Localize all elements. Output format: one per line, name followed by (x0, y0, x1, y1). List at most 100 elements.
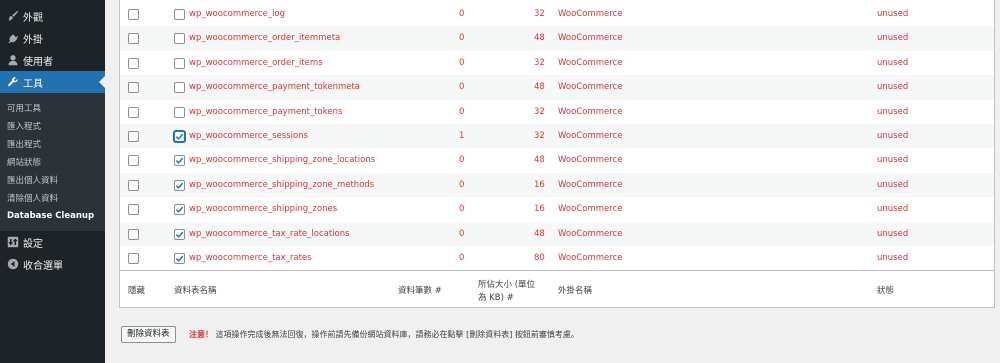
select-checkbox[interactable] (174, 57, 185, 69)
table-status: unused (877, 106, 909, 117)
select-checkbox[interactable] (174, 204, 185, 216)
menu-label: 收合選單 (23, 260, 63, 272)
hide-checkbox[interactable] (128, 82, 139, 94)
table-status: unused (877, 253, 909, 263)
col-table-name[interactable]: 資料表名稱 (174, 284, 217, 296)
table-row: wp_woocommerce_payment_tokenmeta 0 48 WooCo… (120, 75, 994, 100)
delete-tables-button[interactable]: 刪除資料表 (121, 326, 176, 343)
table-size: 16 (534, 204, 545, 215)
menu-item-users[interactable]: 使用者 (0, 49, 105, 71)
select-checkbox[interactable] (174, 33, 185, 45)
collapse-menu-button[interactable]: 收合選單 (0, 253, 105, 275)
submenu-erase-personal-data[interactable]: 清除個人資料 (7, 192, 58, 204)
table-status: unused (877, 179, 909, 190)
hide-checkbox[interactable] (128, 106, 139, 118)
hide-checkbox[interactable] (128, 33, 139, 45)
submenu-import[interactable]: 匯入程式 (7, 120, 41, 132)
table-name: wp_woocommerce_log (189, 9, 286, 19)
table-name: wp_woocommerce_tax_rate_locations (189, 228, 350, 239)
table-row: wp_woocommerce_shipping_zone_methods 0 16 W… (120, 172, 994, 198)
menu-item-appearance[interactable]: 外觀 (0, 5, 105, 27)
table-size: 48 (534, 228, 545, 239)
menu-item-plugins[interactable]: 外掛 (0, 27, 105, 49)
col-size-line1[interactable]: 所佔大小 (單位 (478, 278, 535, 290)
menu-label: 設定 (23, 238, 43, 250)
plugin-name: WooCommerce (558, 57, 623, 68)
brush-icon (3, 10, 23, 22)
select-checkbox[interactable] (174, 253, 185, 264)
row-count: 0 (459, 253, 465, 263)
submenu-site-health[interactable]: 網站狀態 (7, 156, 41, 168)
table-name: wp_woocommerce_shipping_zone_locations (189, 155, 376, 166)
submenu-available-tools[interactable]: 可用工具 (7, 102, 41, 114)
submenu-database-cleanup[interactable]: Database Cleanup (7, 211, 94, 221)
notice-label: 注意！ (189, 330, 213, 339)
select-checkbox[interactable] (174, 131, 185, 142)
plugin-name: WooCommerce (558, 155, 623, 166)
table-name: wp_woocommerce_shipping_zones (189, 204, 338, 215)
settings-icon (3, 236, 23, 248)
hide-checkbox[interactable] (128, 179, 139, 191)
hide-checkbox[interactable] (128, 253, 139, 264)
table-status: unused (877, 33, 909, 44)
menu-label: 外觀 (23, 12, 43, 24)
table-status: unused (877, 228, 909, 239)
row-count: 0 (459, 106, 465, 117)
row-count: 0 (459, 204, 465, 215)
table-size: 80 (534, 253, 545, 263)
select-checkbox[interactable] (174, 228, 185, 240)
row-count: 1 (459, 131, 465, 141)
select-checkbox[interactable] (174, 179, 185, 191)
warning-notice: 注意！ 這項操作完成後無法回復，操作前請先備份網站資料庫，請務必在點擊 [刪除資… (189, 329, 579, 340)
hide-checkbox[interactable] (128, 131, 139, 142)
admin-sidebar: 外觀 外掛 使用者 工具 可用工具 匯入程式 匯出程式 網站狀態 匯出個人資料 … (0, 0, 105, 363)
row-count: 0 (459, 9, 465, 19)
hide-checkbox[interactable] (128, 9, 139, 20)
hide-checkbox[interactable] (128, 228, 139, 240)
col-status[interactable]: 狀態 (877, 284, 894, 296)
col-plugin-name[interactable]: 外掛名稱 (558, 284, 592, 296)
submenu-export[interactable]: 匯出程式 (7, 138, 41, 150)
collapse-icon (3, 258, 23, 270)
plugin-name: WooCommerce (558, 131, 623, 141)
plugin-name: WooCommerce (558, 82, 623, 93)
hide-checkbox[interactable] (128, 204, 139, 216)
select-checkbox[interactable] (174, 155, 185, 167)
table-row: wp_woocommerce_shipping_zone_locations 0 4… (120, 148, 994, 172)
row-count: 0 (459, 155, 465, 166)
table-status: unused (877, 204, 909, 215)
plugin-name: WooCommerce (558, 228, 623, 239)
submenu-export-personal-data[interactable]: 匯出個人資料 (7, 174, 58, 186)
col-size-line2[interactable]: 為 KB) # (478, 291, 514, 303)
menu-item-tools[interactable]: 工具 (0, 71, 105, 93)
table-status: unused (877, 131, 909, 141)
plug-icon (3, 32, 23, 44)
menu-item-settings[interactable]: 設定 (0, 231, 105, 253)
table-name: wp_woocommerce_order_items (189, 57, 323, 68)
select-checkbox[interactable] (174, 82, 185, 94)
table-name: wp_woocommerce_payment_tokenmeta (189, 82, 361, 93)
table-row: wp_woocommerce_tax_rates 0 80 WooCommerce un… (120, 246, 994, 270)
select-checkbox[interactable] (174, 106, 185, 118)
wrench-icon (3, 76, 23, 88)
hide-checkbox[interactable] (128, 155, 139, 167)
col-hide[interactable]: 隱藏 (128, 284, 145, 296)
table-row: wp_woocommerce_payment_tokens 0 32 WooComme… (120, 100, 994, 124)
table-size: 48 (534, 33, 545, 44)
menu-label: 使用者 (23, 56, 53, 68)
table-name: wp_woocommerce_tax_rates (189, 253, 312, 263)
table-name: wp_woocommerce_payment_tokens (189, 106, 343, 117)
db-tables-list: wp_woocommerce_log 0 32 WooCommerce unused wp… (119, 0, 995, 308)
table-name: wp_woocommerce_shipping_zone_methods (189, 179, 375, 190)
table-row: wp_woocommerce_log 0 32 WooCommerce unused (120, 2, 994, 26)
select-checkbox[interactable] (174, 9, 185, 20)
hide-checkbox[interactable] (128, 57, 139, 69)
row-count: 0 (459, 33, 465, 44)
plugin-name: WooCommerce (558, 33, 623, 44)
table-name: wp_woocommerce_order_itemmeta (189, 33, 341, 44)
plugin-name: WooCommerce (558, 9, 623, 19)
menu-label: 工具 (23, 78, 43, 90)
col-row-count[interactable]: 資料筆數 # (398, 284, 442, 296)
table-size: 48 (534, 155, 545, 166)
table-row: wp_woocommerce_order_itemmeta 0 48 WooComme… (120, 26, 994, 51)
